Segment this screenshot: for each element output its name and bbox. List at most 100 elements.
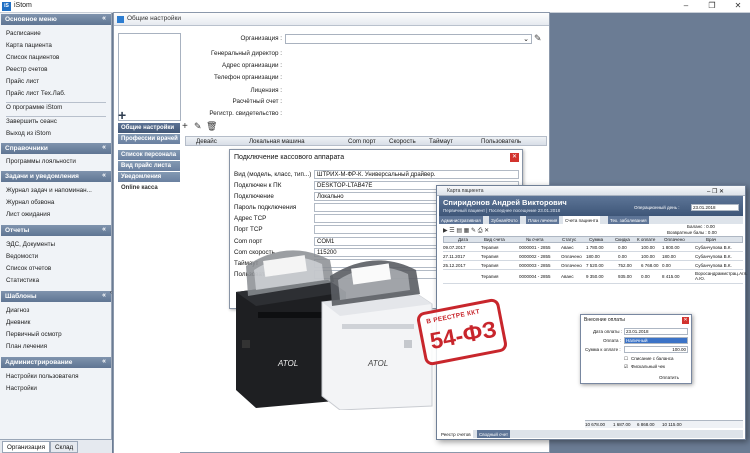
table-row[interactable]: 25.12.2017 Терапия 0000003 - 2855 Оплаче… (443, 261, 743, 270)
tab-dental-photo[interactable]: Зубная/Фото (489, 216, 520, 224)
sidebar-item-loyalty[interactable]: Программы лояльности (6, 158, 76, 165)
sidebar-item-invoices[interactable]: Реестр счетов (6, 66, 48, 73)
sidebar-item-documents[interactable]: ЭДС, Документы (6, 241, 55, 248)
sidebar-item-schedule[interactable]: Расписание (6, 30, 41, 37)
sidebar-item-price-list-lab[interactable]: Прайс лист Тех.Лаб. (6, 90, 66, 97)
sidebar-item-statements[interactable]: Ведомости (6, 253, 38, 260)
sidebar-item-task-log[interactable]: Журнал задач и напоминан... (6, 187, 92, 194)
tab-tech-diseases[interactable]: Тех. заболевания (608, 216, 649, 224)
payment-method-label: Оплата : (603, 338, 621, 343)
add-icon[interactable]: + (182, 121, 188, 132)
menu-staff-list[interactable]: Список персонала (118, 150, 180, 160)
sidebar-item-treatment-plan[interactable]: План лечения (6, 343, 47, 350)
window-icon (117, 16, 124, 23)
balance-checkbox[interactable]: ☐ (624, 356, 628, 362)
row-cell: 1 780.00 (586, 245, 604, 250)
close-icon[interactable]: ✕ (732, 1, 744, 11)
sidebar-section-main[interactable]: Основное меню « (1, 14, 111, 25)
sidebar-item-waiting-list[interactable]: Лист ожидания (6, 211, 50, 218)
app-title: iStom (14, 2, 32, 9)
total-to-pay: 6 868.00 (637, 422, 655, 427)
chevron-up-icon: « (102, 144, 106, 151)
total-sum: 10 678.00 (585, 422, 606, 427)
white-printer (321, 260, 433, 410)
sidebar-item-diagnosis[interactable]: Диагноз (6, 307, 29, 314)
payment-sum-field[interactable]: 100.00 (624, 346, 688, 353)
row-cell: Терапия (481, 254, 499, 259)
col-invoice-type: Вид счета (484, 237, 505, 242)
sidebar-section-tasks[interactable]: Задачи и уведомления « (1, 171, 111, 182)
logo-image-box[interactable] (118, 33, 181, 121)
window-controls-icon[interactable]: – ❐ ✕ (707, 188, 724, 195)
sidebar-section-reports[interactable]: Отчеты « (1, 225, 111, 236)
sidebar-item-patient-card[interactable]: Карта пациента (6, 42, 52, 49)
kassa-dialog-title: Подключение кассового аппарата (234, 154, 345, 161)
tab-patient-invoices[interactable]: Счета пациента (563, 216, 601, 224)
sidebar-section-references[interactable]: Справочники « (1, 143, 111, 154)
tab-invoice-registry[interactable]: Реестр счетов (439, 430, 473, 438)
invoice-toolbar-icons[interactable]: ▶ ☰ ▤ ▦ ✎ ⎙ ✕ (443, 227, 489, 235)
tab-administrative[interactable]: Административная (439, 216, 483, 224)
close-icon[interactable]: ✕ (510, 153, 519, 162)
kassa-label-connection: Подключение (234, 193, 274, 200)
sidebar-item-call-log[interactable]: Журнал обзвона (6, 199, 54, 206)
edit-icon[interactable]: ✎ (534, 33, 545, 44)
sidebar-item-statistics[interactable]: Статистика (6, 277, 39, 284)
sidebar-item-exit[interactable]: Выход из iStom (6, 130, 51, 137)
fiscal-checkbox-label: Фискальный чек (631, 364, 666, 369)
patient-header: Спиридонов Андрей Викторович Первичный п… (439, 196, 743, 216)
close-icon[interactable]: ✕ (682, 317, 689, 324)
row-cell: 0.00 (618, 245, 627, 250)
row-cell: 0000004 - 2855 (519, 274, 551, 279)
field-account: Расчётный счет : (232, 98, 282, 105)
org-label: Организация : (240, 35, 282, 42)
col-discount: Скидка (615, 237, 630, 242)
menu-general-settings[interactable]: Общие настройки (118, 123, 180, 133)
organization-select[interactable]: ⌄ (285, 34, 532, 44)
table-row[interactable]: 27.11.2017 Терапия 0000002 - 2855 Оплаче… (443, 252, 743, 261)
kassa-model-select[interactable]: ШТРИХ-М-ФР-К. Универсальный драйвер. (314, 170, 519, 179)
table-row[interactable]: 09.07.2017 Терапия 0000001 - 2855 Аванс … (443, 243, 743, 252)
balance-text: Баланс : 0.00 (687, 224, 715, 229)
tab-warehouse[interactable]: Склад (50, 441, 79, 453)
row-cell: 100.00 (641, 245, 655, 250)
printer-brand-black: ATOL (277, 359, 298, 368)
tab-summary-invoice[interactable]: Сводный счет (477, 430, 511, 438)
row-cell: Субанчупова В.К. (695, 245, 732, 250)
tab-treatment-plan[interactable]: План лечения (526, 216, 560, 224)
payment-method-select[interactable]: Наличный (624, 337, 688, 344)
sidebar-item-patient-list[interactable]: Список пациентов (6, 54, 59, 61)
sidebar-item-price-list[interactable]: Прайс лист (6, 78, 39, 85)
sidebar-item-report-list[interactable]: Список отчетов (6, 265, 51, 272)
fiscal-checkbox[interactable]: ☑ (624, 364, 628, 370)
add-image-icon[interactable]: + (118, 107, 126, 123)
menu-price-list-type[interactable]: Вид прайс листа (118, 161, 180, 171)
sidebar-section-admin[interactable]: Администрирование « (1, 357, 111, 368)
sidebar-item-settings[interactable]: Настройки (6, 385, 37, 392)
payment-date-field[interactable]: 23.01.2018 (624, 328, 688, 335)
col-status: Статус (562, 237, 577, 242)
menu-doctor-professions[interactable]: Профессии врачей (118, 134, 180, 144)
sidebar-section-templates[interactable]: Шаблоны « (1, 291, 111, 302)
sidebar-item-end-session[interactable]: Завершить сеанс (6, 118, 57, 125)
minimize-icon[interactable]: – (680, 1, 692, 11)
pay-button[interactable]: Оплатить (659, 375, 679, 380)
table-row[interactable]: Терапия 0000004 - 2855 Аванс 9 350.00 93… (443, 270, 748, 284)
sidebar-item-user-settings[interactable]: Настройки пользователя (6, 373, 79, 380)
totals-row: 10 678.00 1 687.00 6 868.00 10 115.00 (585, 420, 743, 428)
trash-icon[interactable]: 🗑 (206, 121, 217, 132)
sidebar-item-about[interactable]: О программе iStom (6, 104, 62, 111)
col-sum: Сумма (589, 237, 604, 242)
divider (6, 102, 106, 103)
row-cell: 8 415.00 (662, 274, 680, 279)
menu-online-kassa[interactable]: Online касса (118, 183, 180, 193)
op-day-field[interactable]: 23.01.2018 (691, 204, 739, 211)
payment-dialog-title: Внесение оплаты (584, 317, 625, 323)
sidebar-item-diary[interactable]: Дневник (6, 319, 30, 326)
sidebar-item-initial-exam[interactable]: Первичный осмотр (6, 331, 62, 338)
menu-notifications[interactable]: Уведомления (118, 172, 180, 182)
tab-organization[interactable]: Организация (2, 441, 50, 453)
settings-title: Общие настройки (127, 15, 181, 22)
edit-icon[interactable]: ✎ (194, 121, 202, 132)
maximize-icon[interactable]: ❐ (706, 1, 718, 11)
